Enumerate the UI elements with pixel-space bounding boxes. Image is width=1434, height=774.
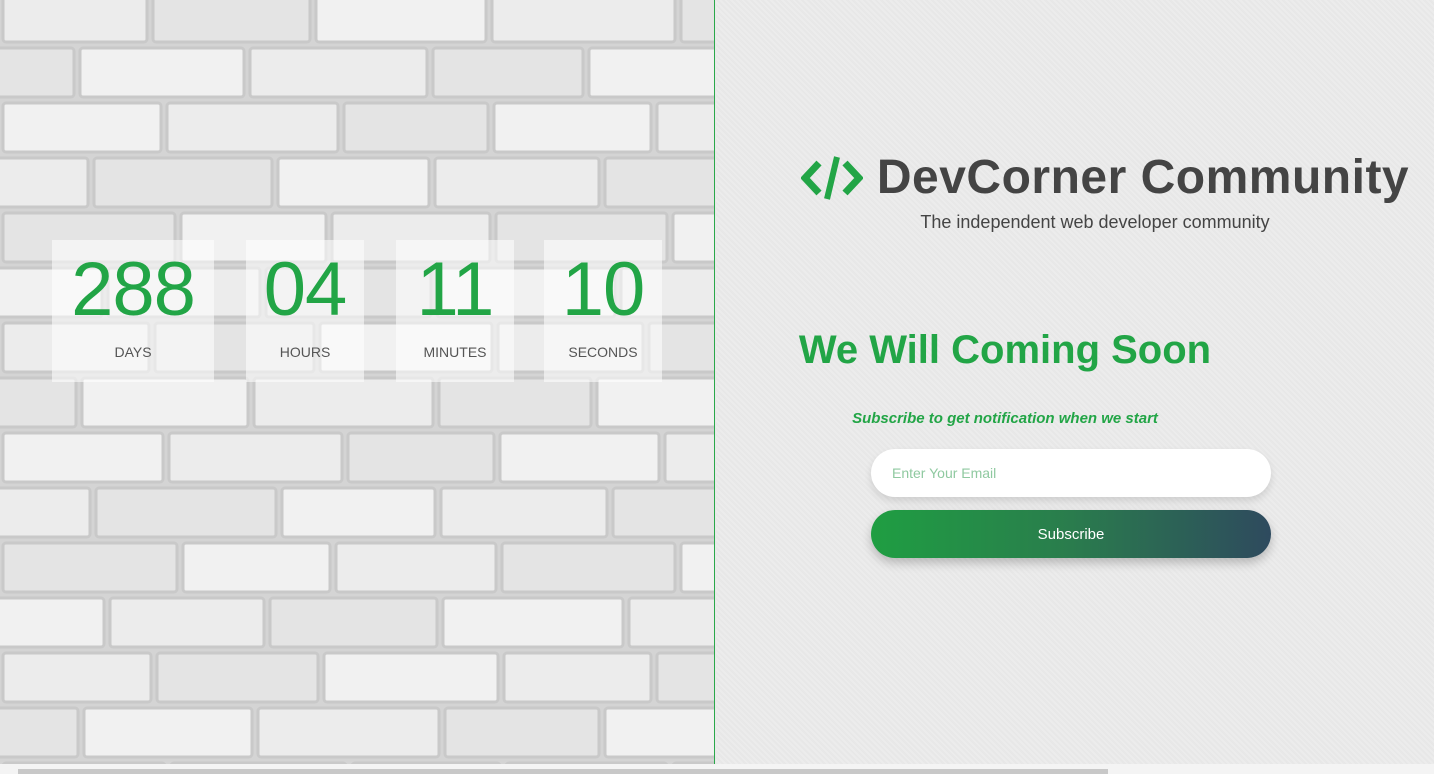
brick <box>0 376 78 429</box>
brick <box>441 596 625 649</box>
brick <box>151 0 312 44</box>
brick <box>280 486 437 539</box>
seconds-value: 10 <box>561 247 646 332</box>
countdown-timer: 288 DAYS 04 HOURS 11 MINUTES 10 SECONDS <box>0 240 714 382</box>
minutes-value: 11 <box>416 247 495 332</box>
brick-background-panel: 288 DAYS 04 HOURS 11 MINUTES 10 SECONDS <box>0 0 715 764</box>
subscribe-button[interactable]: Subscribe <box>871 510 1271 558</box>
countdown-minutes: 11 MINUTES <box>396 240 514 382</box>
brick <box>502 651 653 704</box>
brick <box>256 706 441 759</box>
brick <box>1 431 165 484</box>
brick <box>1 101 163 154</box>
minutes-label: MINUTES <box>423 344 487 360</box>
brick <box>431 46 585 99</box>
brick <box>108 596 266 649</box>
brick <box>627 596 714 649</box>
brick <box>492 101 653 154</box>
brick <box>500 541 677 594</box>
subscribe-note: Subscribe to get notification when we st… <box>852 410 1158 427</box>
brick <box>587 46 714 99</box>
brick <box>0 46 76 99</box>
brand-title: DevCorner Community <box>876 151 1410 204</box>
email-input[interactable] <box>871 449 1271 497</box>
brick-wall-image <box>0 0 714 764</box>
code-brackets-icon <box>800 155 864 201</box>
brick <box>94 486 278 539</box>
brick <box>268 596 439 649</box>
countdown-hours: 04 HOURS <box>246 240 364 382</box>
brick <box>322 651 500 704</box>
brick <box>655 651 714 704</box>
brick <box>167 431 344 484</box>
countdown-days: 288 DAYS <box>52 240 214 382</box>
brick <box>655 101 714 154</box>
brick <box>433 156 601 209</box>
brick <box>490 0 677 44</box>
brick <box>611 486 714 539</box>
brand-header: DevCorner Community The independent web … <box>716 150 1434 233</box>
brick <box>252 376 435 429</box>
brick <box>437 376 593 429</box>
brick <box>78 46 246 99</box>
brick <box>248 46 429 99</box>
brick <box>679 0 714 44</box>
brick <box>663 431 714 484</box>
brick <box>439 486 609 539</box>
seconds-label: SECONDS <box>568 344 638 360</box>
brick <box>346 431 496 484</box>
brand-logo-row: DevCorner Community <box>800 150 1410 205</box>
brick <box>276 156 431 209</box>
brick <box>80 376 250 429</box>
hours-value: 04 <box>263 247 348 332</box>
brick <box>155 651 320 704</box>
brick <box>443 706 601 759</box>
horizontal-scrollbar[interactable] <box>0 764 1434 774</box>
days-label: DAYS <box>114 344 152 360</box>
brick <box>1 0 149 44</box>
brick <box>0 706 80 759</box>
days-value: 288 <box>71 247 196 332</box>
coming-soon-headline: We Will Coming Soon <box>798 328 1212 372</box>
hours-label: HOURS <box>279 344 331 360</box>
brick <box>679 541 714 594</box>
brick <box>334 541 498 594</box>
brick <box>498 431 661 484</box>
brand-tagline: The independent web developer community <box>920 211 1270 232</box>
brick <box>0 156 90 209</box>
brick <box>1 651 153 704</box>
brick <box>165 101 340 154</box>
brick <box>603 156 714 209</box>
countdown-seconds: 10 SECONDS <box>544 240 662 382</box>
brick <box>342 101 490 154</box>
content-panel: DevCorner Community The independent web … <box>716 0 1434 764</box>
scrollbar-thumb[interactable] <box>18 769 1108 774</box>
brick <box>0 486 92 539</box>
brick <box>603 706 714 759</box>
brick <box>1 541 179 594</box>
brick <box>82 706 254 759</box>
brick <box>181 541 332 594</box>
brick <box>314 0 488 44</box>
brick <box>0 596 106 649</box>
brick <box>92 156 274 209</box>
